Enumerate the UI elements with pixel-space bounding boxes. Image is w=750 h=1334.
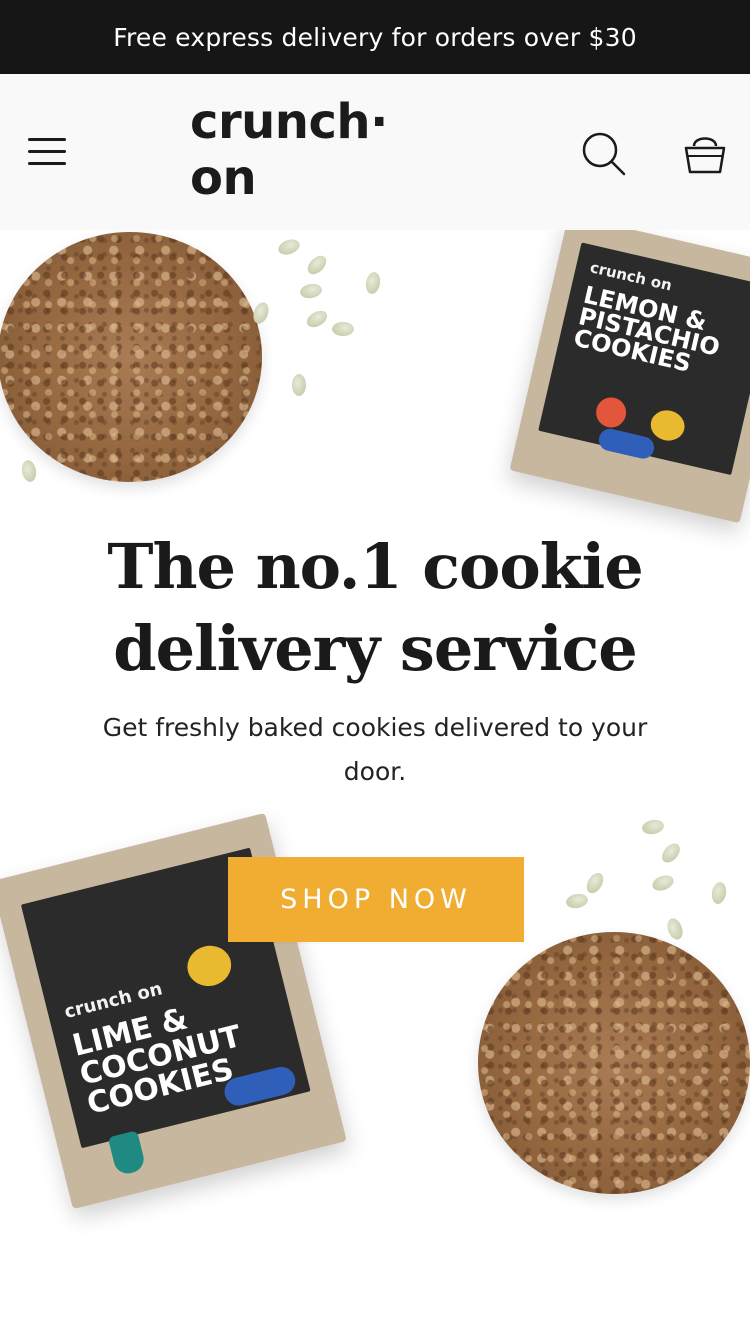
cart-button[interactable] [680, 128, 730, 178]
brand-logo[interactable]: crunch· on [190, 94, 462, 206]
hero-headline-text: The no.1 cookie delivery service [107, 530, 643, 685]
announcement-text: Free express delivery for orders over $3… [113, 22, 637, 52]
hero-subtext-text: Get freshly baked cookies delivered to y… [102, 713, 648, 786]
pistachio-seed [303, 307, 331, 331]
pistachio-seed [332, 322, 354, 336]
cookie-image [478, 932, 750, 1194]
hamburger-menu-icon-bar [28, 161, 66, 165]
search-button[interactable] [578, 128, 628, 178]
logo-text: crunch· on [190, 94, 388, 206]
pistachio-seed [640, 818, 666, 836]
search-icon [582, 132, 626, 176]
hero-subtext: Get freshly baked cookies delivered to y… [90, 706, 660, 794]
sticker-icon [107, 1130, 147, 1177]
pistachio-seed [20, 458, 38, 484]
pistachio-seed [650, 872, 676, 894]
pistachio-seed [710, 880, 728, 906]
pistachio-seed [583, 869, 607, 897]
site-header: crunch· on [0, 74, 750, 230]
hamburger-menu-icon [28, 137, 66, 141]
pistachio-seed [292, 374, 306, 396]
menu-button[interactable] [22, 126, 72, 176]
cookie-image [0, 232, 262, 482]
product-bag-lemon-pistachio: crunch on LEMON & PISTACHIO COOKIES [509, 230, 750, 524]
shopping-bag-icon [684, 137, 726, 174]
pistachio-seed [658, 840, 684, 866]
pistachio-seed [664, 916, 686, 942]
pistachio-seed [364, 270, 382, 296]
hero-headline: The no.1 cookie delivery service [0, 526, 750, 690]
announcement-bar: Free express delivery for orders over $3… [0, 0, 750, 74]
shop-now-label: SHOP NOW [280, 884, 472, 915]
pistachio-seed [276, 236, 302, 258]
pistachio-seed [564, 892, 590, 910]
hamburger-menu-icon-bar [28, 149, 66, 153]
hero-section: crunch on LEMON & PISTACHIO COOKIES The … [0, 230, 750, 1334]
pistachio-seed [304, 252, 330, 278]
shop-now-button[interactable]: SHOP NOW [228, 857, 524, 942]
pistachio-seed [298, 282, 324, 300]
